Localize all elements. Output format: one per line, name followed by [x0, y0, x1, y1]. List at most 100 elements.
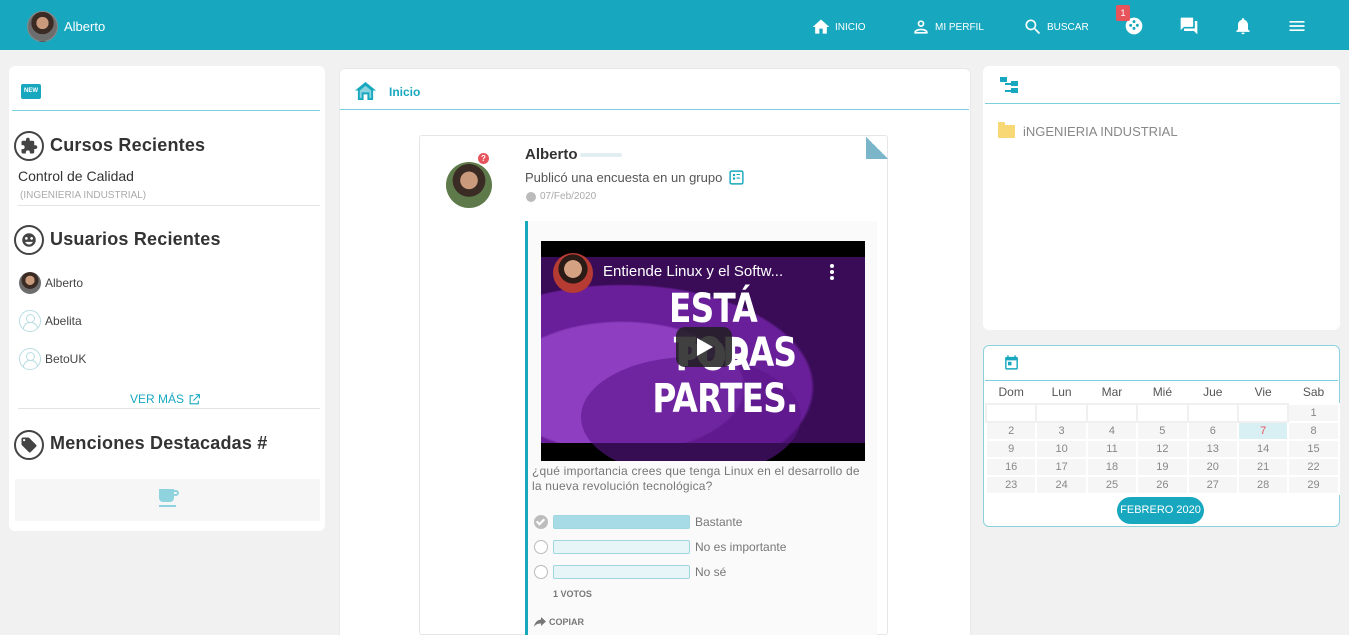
calendar-day[interactable]: 3 — [1035, 421, 1088, 441]
calendar-day[interactable]: 12 — [1136, 439, 1189, 459]
more-vert-icon[interactable] — [829, 263, 835, 281]
default-avatar-icon — [19, 348, 41, 370]
calendar-day[interactable]: 2 — [984, 421, 1038, 441]
weekday-label: Mié — [1152, 385, 1173, 399]
poll-option[interactable]: No es importante — [534, 539, 786, 554]
post-action-text: Publicó una encuesta en un grupo — [525, 169, 745, 186]
play-button[interactable] — [676, 327, 732, 367]
post-author-name[interactable]: Alberto — [525, 146, 578, 163]
folder-icon — [998, 122, 1015, 138]
calendar-day[interactable]: 15 — [1287, 439, 1340, 459]
section-divider — [18, 205, 320, 206]
calendar-grid: Dom Lun Mar Mié Jue Vie Sab 1 2 3 4 5 6 7 8 9 10 11 12 13 1… — [984, 381, 1340, 495]
menu-button[interactable] — [1287, 16, 1307, 36]
notification-badge: 1 — [1116, 5, 1130, 21]
home-icon — [812, 19, 830, 34]
recent-user-item[interactable]: BetoUK — [19, 347, 86, 371]
nav-search-label: BUSCAR — [1047, 21, 1089, 33]
recent-user-item[interactable]: Alberto — [19, 271, 83, 295]
calendar-day[interactable]: 26 — [1136, 475, 1189, 495]
vote-bar — [553, 564, 690, 579]
calendar-day[interactable]: 29 — [1287, 475, 1340, 495]
weekday-label: Mar — [1101, 385, 1123, 399]
calendar-day[interactable]: 22 — [1287, 457, 1340, 477]
calendar-day[interactable]: 13 — [1186, 439, 1239, 459]
calendar-empty-cell — [1236, 403, 1290, 423]
see-more-link[interactable]: VER MÁS — [130, 392, 201, 406]
calendar-day[interactable]: 9 — [984, 439, 1038, 459]
calendar-day[interactable]: 5 — [1136, 421, 1189, 441]
post-author-avatar[interactable] — [446, 162, 492, 208]
calendar-day[interactable]: 20 — [1186, 457, 1239, 477]
sitemap-icon — [1000, 77, 1018, 93]
vote-bar — [553, 539, 690, 554]
weekday-label: Jue — [1203, 385, 1223, 399]
radio-icon[interactable] — [534, 539, 548, 554]
radio-icon[interactable] — [534, 564, 548, 579]
calendar-day[interactable]: 25 — [1085, 475, 1139, 495]
nav-search[interactable]: BUSCAR — [1023, 17, 1089, 37]
post-date-label: 07/Feb/2020 — [540, 191, 597, 202]
calendar-day[interactable]: 28 — [1236, 475, 1290, 495]
user-name[interactable]: Alberto — [64, 19, 105, 34]
calendar-day[interactable]: 24 — [1035, 475, 1088, 495]
external-link-icon — [189, 393, 200, 404]
poll-option[interactable]: Bastante — [534, 514, 742, 529]
calendar-day[interactable]: 16 — [984, 457, 1038, 477]
groups-header-divider — [985, 103, 1340, 104]
calendar-day[interactable]: 6 — [1186, 421, 1239, 441]
default-avatar-icon — [19, 310, 41, 332]
calendar-day[interactable]: 23 — [984, 475, 1038, 495]
calendar-week-row: 2345678 — [984, 421, 1340, 441]
recent-user-item[interactable]: Abelita — [19, 309, 82, 333]
calendar-day[interactable]: 8 — [1287, 421, 1340, 441]
video-title[interactable]: Entiende Linux y el Softw... — [603, 263, 825, 280]
post-action-label: Publicó una encuesta en un grupo — [525, 170, 723, 185]
video-caption-line: PARTES. — [652, 376, 798, 422]
month-selector-button[interactable]: FEBRERO 2020 — [1117, 497, 1204, 524]
calendar-week-row: 9 10 11 12 13 14 15 — [984, 439, 1340, 459]
nav-profile[interactable]: MI PERFIL — [911, 17, 984, 37]
vote-bar-fill — [554, 515, 689, 528]
weekday-label: Dom — [998, 385, 1024, 399]
calendar-week-row: 1 — [984, 403, 1340, 423]
calendar-week-row: 16 17 18 19 20 21 22 — [984, 457, 1340, 477]
post-corner-fold — [866, 137, 888, 159]
calendar-day[interactable]: 11 — [1085, 439, 1139, 459]
new-badge: NEW — [21, 84, 41, 99]
poll-option-label: No sé — [695, 564, 727, 579]
calendar-day[interactable]: 14 — [1236, 439, 1290, 459]
group-item[interactable]: iNGENIERIA INDUSTRIAL — [998, 122, 1178, 139]
copy-button[interactable]: COPIAR — [534, 617, 584, 627]
calendar-empty-cell — [984, 403, 1038, 423]
calendar-day[interactable]: 21 — [1236, 457, 1290, 477]
calendar-body: 1 2 3 4 5 6 7 8 9 10 11 12 13 14 15 16 17 18 19 20 21 22 23 24 2… — [984, 403, 1340, 495]
bell-icon — [1236, 18, 1250, 35]
user-avatar[interactable] — [27, 11, 58, 42]
poll-option[interactable]: No sé — [534, 564, 726, 579]
calendar-empty-cell — [1085, 403, 1139, 423]
nav-home[interactable]: INICIO — [811, 17, 866, 37]
calendar-day[interactable]: 19 — [1136, 457, 1189, 477]
course-link[interactable]: Control de Calidad — [18, 168, 134, 184]
calendar-day[interactable]: 4 — [1085, 421, 1139, 441]
calendar-day[interactable]: 17 — [1035, 457, 1088, 477]
calendar-day[interactable]: 10 — [1035, 439, 1088, 459]
chat-icon — [1180, 17, 1198, 35]
channel-avatar[interactable] — [553, 253, 593, 293]
person-icon — [914, 20, 928, 34]
notifications-button[interactable] — [1233, 16, 1253, 36]
messages-button[interactable] — [1179, 16, 1199, 36]
calendar-icon — [1005, 355, 1018, 370]
calendar-day[interactable]: 18 — [1085, 457, 1139, 477]
calendar-day[interactable]: 1 — [1287, 403, 1340, 423]
calendar-day[interactable]: 27 — [1186, 475, 1239, 495]
nav-profile-label: MI PERFIL — [935, 21, 984, 33]
home-colored-icon — [355, 81, 376, 101]
video-embed[interactable]: Entiende Linux y el Softw... ESTÁ POR TO… — [541, 241, 865, 461]
hamburger-icon — [1289, 21, 1305, 31]
calendar-day[interactable]: 7 — [1236, 421, 1290, 441]
radio-checked-icon[interactable] — [534, 514, 548, 529]
top-navbar: Alberto INICIO MI PERFIL BUSCAR 1 — [0, 0, 1349, 50]
post-date: 07/Feb/2020 — [526, 191, 596, 202]
